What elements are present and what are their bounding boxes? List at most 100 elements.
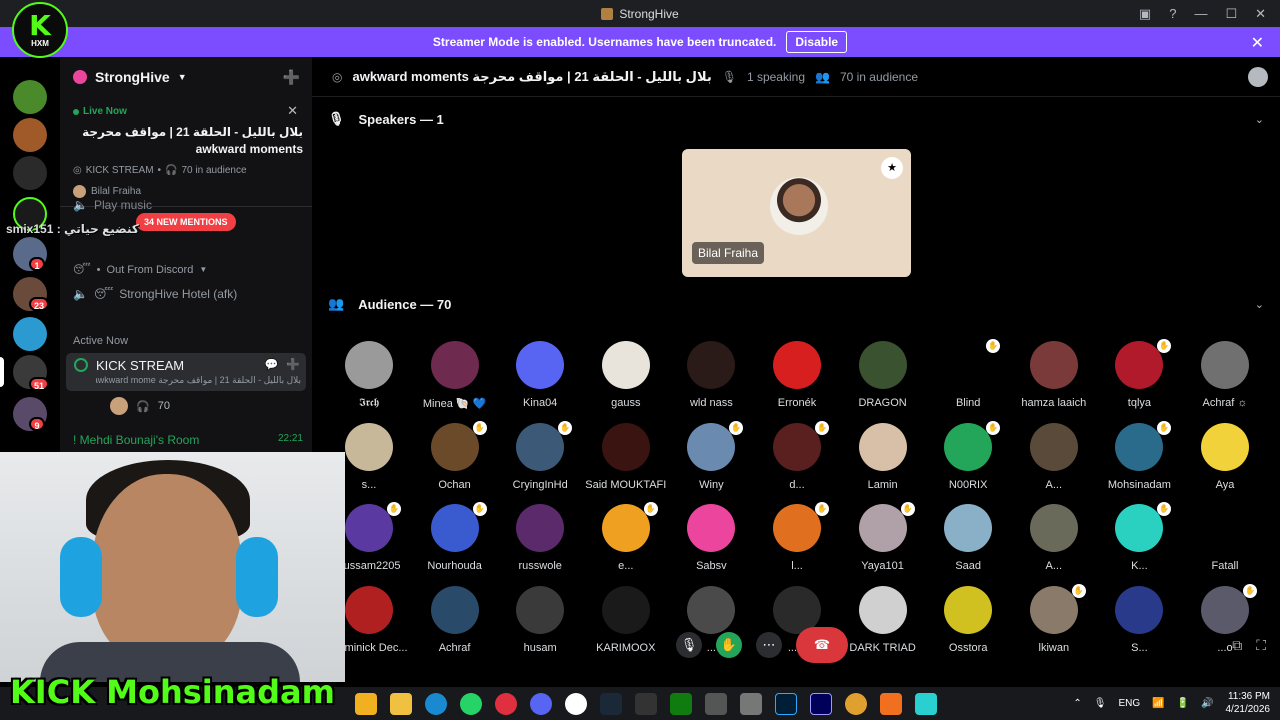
audience-member[interactable]: hamza laaich	[1011, 341, 1097, 421]
audience-member[interactable]: ✋ Yaya101	[840, 502, 926, 584]
audience-member[interactable]: ✋ Winy	[668, 420, 754, 503]
audience-member[interactable]: Lamin	[840, 422, 926, 503]
clock[interactable]: 11:36 PM 4/21/2026	[1226, 690, 1271, 716]
mic-icon[interactable]: 🎙	[1094, 698, 1107, 709]
banner-close-icon[interactable]: ✕	[1251, 33, 1264, 53]
avatar: ✋	[944, 339, 1001, 389]
audience-member[interactable]: ✋ CryingInHd	[497, 420, 583, 503]
category-out-from-discord[interactable]: 😴 • Out From Discord ▼	[73, 263, 207, 277]
audience-member[interactable]: DARK TRIAD	[840, 585, 926, 666]
audience-member[interactable]: ✋ l...	[754, 502, 840, 584]
audience-member[interactable]: Said MOUKTAFI	[583, 422, 669, 503]
audience-member[interactable]: Sabsv	[668, 504, 754, 584]
audience-member[interactable]: Erronék	[754, 341, 840, 421]
steam-icon[interactable]	[600, 693, 622, 715]
premiere-icon[interactable]	[810, 693, 832, 715]
invite-user-icon[interactable]: ➕	[283, 69, 300, 86]
audience-member[interactable]: ✋ Mohsinadam	[1096, 420, 1182, 503]
raise-hand-button[interactable]: ✋	[716, 632, 742, 658]
whatsapp-icon[interactable]	[460, 693, 482, 715]
speakers-heading[interactable]: 🎙 Speakers — 1	[328, 111, 444, 127]
close-icon[interactable]: ✕	[287, 103, 298, 119]
audience-member[interactable]: A...	[1011, 504, 1097, 584]
audience-member[interactable]: ✋ Ochan	[412, 420, 498, 503]
help-icon[interactable]: ?	[1169, 6, 1176, 21]
epic-games-icon[interactable]	[635, 693, 657, 715]
audience-member[interactable]: ✋ Nourhouda	[412, 502, 498, 584]
minimize-button[interactable]: —	[1194, 6, 1207, 21]
live-meta: ◎ KICK STREAM • 🎧 70 in audience	[73, 165, 247, 176]
maximize-button[interactable]: ☐	[1225, 6, 1237, 22]
audience-member[interactable]: Minea 🐚 💙	[412, 341, 498, 421]
active-stage-channel[interactable]: KICK STREAM بلال بالليل - الحلقة 21 | مو…	[66, 353, 306, 391]
app-icon[interactable]	[705, 693, 727, 715]
audience-member[interactable]: Achraf ☼	[1182, 341, 1268, 421]
channel-mehdi-room[interactable]: ! Mehdi Bounaji's Room 22:21	[73, 433, 303, 447]
chevron-up-icon[interactable]: ⌃	[1073, 698, 1081, 709]
volume-icon[interactable]: 🔊	[1201, 698, 1213, 709]
audience-member[interactable]: ✋ e...	[583, 502, 669, 584]
speaker-tile[interactable]: ★ Bilal Fraiha	[682, 149, 911, 277]
audience-member[interactable]: ✋ lkiwan	[1011, 583, 1097, 666]
fl-studio-icon[interactable]	[880, 693, 902, 715]
audience-member[interactable]: KARIMOOX	[583, 585, 669, 666]
rockstar-icon[interactable]	[565, 693, 587, 715]
audience-member[interactable]: Achraf	[412, 585, 498, 666]
chevron-down-icon[interactable]: ⌄	[1255, 113, 1264, 126]
discord-icon[interactable]	[530, 693, 552, 715]
popout-icon[interactable]: ⧉	[1232, 637, 1242, 654]
audience-member[interactable]: russwole	[497, 504, 583, 584]
audience-member[interactable]: Osstora	[925, 585, 1011, 666]
server-icon[interactable]	[13, 118, 47, 152]
stage-chat-icon[interactable]	[1248, 67, 1268, 87]
new-mentions-badge[interactable]: 34 NEW MENTIONS	[136, 213, 236, 231]
audience-member[interactable]: Aya	[1182, 422, 1268, 503]
channel-play-music[interactable]: 🔈 Play music	[73, 198, 152, 212]
wifi-icon[interactable]: 📶	[1152, 698, 1164, 709]
mute-icon[interactable]: 🎙	[676, 632, 702, 658]
audience-member[interactable]: ✋ K...	[1096, 502, 1182, 584]
leave-stage-button[interactable]: ☎	[796, 627, 848, 663]
invite-icon[interactable]: ➕	[286, 358, 300, 371]
audience-member[interactable]: ✋ N00RIX	[925, 420, 1011, 503]
server-icon[interactable]	[13, 156, 47, 190]
chevron-down-icon[interactable]: ⌄	[1255, 298, 1264, 311]
close-button[interactable]: ✕	[1255, 6, 1266, 22]
audience-member[interactable]: gauss	[583, 341, 669, 421]
audience-member[interactable]: DRAGON	[840, 341, 926, 421]
audience-member[interactable]: ✋ Blind	[925, 339, 1011, 421]
audience-member[interactable]: Fatall	[1182, 504, 1268, 584]
avatar	[1201, 422, 1249, 471]
audience-member[interactable]: ✋ d...	[754, 420, 840, 503]
capcut-icon[interactable]	[915, 693, 937, 715]
more-options-button[interactable]: ⋯	[756, 632, 782, 658]
folder-icon[interactable]	[390, 693, 412, 715]
audience-member[interactable]: S...	[1096, 585, 1182, 666]
audience-member[interactable]: Saad	[925, 504, 1011, 584]
audience-member[interactable]: A...	[1011, 422, 1097, 503]
photoshop-icon[interactable]	[775, 693, 797, 715]
channel-afk[interactable]: 🔈 😴 StrongHive Hotel (afk)	[73, 287, 237, 301]
language-indicator[interactable]: ENG	[1118, 698, 1140, 709]
edge-icon[interactable]	[425, 693, 447, 715]
server-icon[interactable]	[13, 80, 47, 114]
app-icon[interactable]	[740, 693, 762, 715]
server-icon[interactable]	[13, 317, 47, 351]
fullscreen-icon[interactable]: ⛶	[1256, 637, 1266, 654]
explorer-icon[interactable]	[355, 693, 377, 715]
app-icon[interactable]	[495, 693, 517, 715]
inbox-icon[interactable]: ▣	[1139, 6, 1151, 22]
audience-member[interactable]: 𝕴𝖗𝖈𝖍	[326, 341, 412, 421]
disable-streamer-mode-button[interactable]: Disable	[786, 31, 848, 53]
audience-member[interactable]: wld nass	[668, 341, 754, 421]
battery-icon[interactable]: 🔋	[1177, 698, 1189, 709]
chat-icon[interactable]: 💬	[265, 358, 279, 371]
xbox-icon[interactable]	[670, 693, 692, 715]
audience-member[interactable]: ✋ tqlya	[1096, 339, 1182, 421]
server-name-dropdown[interactable]: StrongHive ▼	[73, 69, 187, 85]
live-now-card[interactable]: Live Now ✕ بلال بالليل - الحلقة 21 | موا…	[60, 99, 312, 207]
audience-member[interactable]: Kina04	[497, 341, 583, 421]
audience-heading[interactable]: 👥 Audience — 70	[328, 296, 451, 312]
chrome-icon[interactable]	[845, 693, 867, 715]
audience-member[interactable]: husam	[497, 585, 583, 666]
